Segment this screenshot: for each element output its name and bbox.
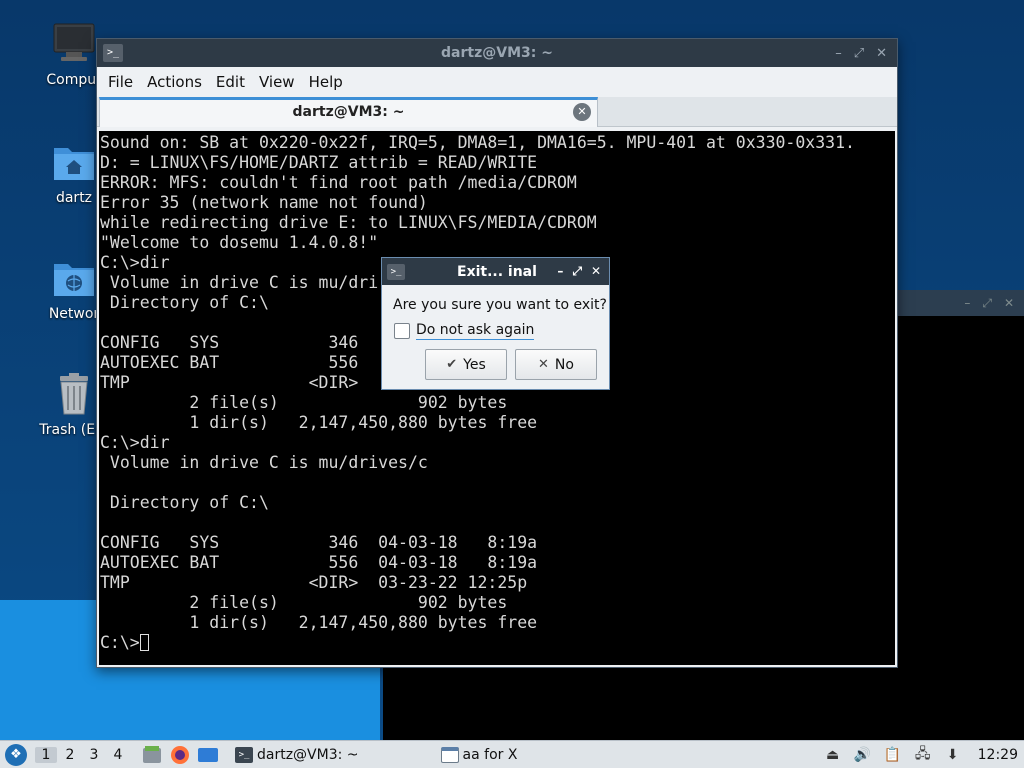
- terminal-line: C:\>dir: [100, 433, 170, 452]
- menu-help[interactable]: Help: [302, 73, 350, 91]
- text-cursor: [139, 634, 149, 651]
- terminal-app-icon: >_: [235, 746, 253, 763]
- terminal-line: 1 dir(s) 2,147,450,880 bytes free: [100, 413, 538, 432]
- yes-button[interactable]: ✔ Yes: [425, 349, 507, 380]
- terminal-prompt-line[interactable]: C:\>: [100, 633, 895, 653]
- workspace-2[interactable]: 2: [59, 747, 81, 763]
- terminal-tab[interactable]: dartz@VM3: ~ ✕: [99, 97, 598, 127]
- close-icon[interactable]: ✕: [876, 46, 887, 61]
- firefox-launcher-icon[interactable]: [169, 745, 191, 765]
- tab-title: dartz@VM3: ~: [292, 104, 405, 120]
- terminal-line: 1 dir(s) 2,147,450,880 bytes free: [100, 613, 538, 632]
- clipboard-icon[interactable]: 📋: [884, 747, 902, 763]
- no-button-label: No: [554, 356, 574, 373]
- trash-icon: [52, 372, 96, 416]
- terminal-app-icon: >_: [387, 263, 405, 280]
- menu-file[interactable]: File: [101, 73, 140, 91]
- maximize-icon[interactable]: ⤢: [572, 264, 582, 279]
- eject-icon[interactable]: ⏏: [824, 747, 842, 763]
- close-icon: ✕: [538, 357, 549, 372]
- terminal-line: 2 file(s) 902 bytes: [100, 593, 508, 612]
- update-icon[interactable]: ⬇: [944, 747, 962, 763]
- terminal-line: Error 35 (network name not found): [100, 193, 428, 212]
- taskbar-task-label: dartz@VM3: ~: [257, 746, 359, 763]
- computer-icon: [52, 22, 96, 66]
- taskbar: ❖ 1 2 3 4 >_ dartz@VM3: ~ aa for X ⏏ 🔊 📋…: [0, 740, 1024, 768]
- workspace-4[interactable]: 4: [107, 747, 129, 763]
- window-title: dartz@VM3: ~: [441, 45, 553, 61]
- file-manager-launcher-icon[interactable]: [141, 745, 163, 765]
- minimize-icon[interactable]: –: [964, 296, 970, 310]
- no-button[interactable]: ✕ No: [515, 349, 597, 380]
- minimize-icon[interactable]: –: [557, 264, 563, 279]
- show-desktop-icon[interactable]: [197, 745, 219, 765]
- terminal-line: 2 file(s) 902 bytes: [100, 393, 508, 412]
- checkmark-icon: ✔: [446, 357, 458, 372]
- menu-edit[interactable]: Edit: [209, 73, 252, 91]
- do-not-ask-label[interactable]: Do not ask again: [416, 322, 535, 340]
- system-tray: ⏏ 🔊 📋 🖧 ⬇ 12:29: [824, 746, 1024, 763]
- workspace-1[interactable]: 1: [35, 746, 57, 763]
- window-icon: [440, 746, 459, 763]
- workspace-switcher: 1 2 3 4: [35, 746, 129, 763]
- home-folder-icon: [52, 140, 96, 184]
- maximize-icon[interactable]: ⤢: [982, 296, 992, 311]
- tab-close-icon[interactable]: ✕: [573, 103, 591, 121]
- dialog-message: Are you sure you want to exit?: [393, 297, 607, 313]
- taskbar-task-terminal[interactable]: >_ dartz@VM3: ~: [229, 742, 365, 768]
- close-icon[interactable]: ✕: [591, 264, 601, 279]
- terminal-line: AUTOEXEC BAT 556 04-03-18 8:19a: [100, 553, 538, 572]
- start-menu-icon[interactable]: ❖: [5, 743, 27, 766]
- terminal-prompt: C:\>: [100, 633, 140, 652]
- maximize-icon[interactable]: ⤢: [854, 46, 864, 61]
- volume-icon[interactable]: 🔊: [854, 747, 872, 763]
- terminal-line: "Welcome to dosemu 1.4.0.8!": [100, 233, 379, 252]
- terminal-line: Volume in drive C is mu/drives/c: [100, 453, 428, 472]
- terminal-line: TMP <DIR> 03-23-22 12:25p: [100, 573, 528, 592]
- taskbar-task-label: aa for X: [462, 746, 518, 763]
- terminal-line: Directory of C:\: [100, 493, 269, 512]
- taskbar-task-aa[interactable]: aa for X: [435, 742, 524, 768]
- tab-bar: dartz@VM3: ~ ✕: [97, 97, 897, 127]
- terminal-line: D: = LINUX\FS/HOME/DARTZ attrib = READ/W…: [100, 153, 538, 172]
- do-not-ask-checkbox[interactable]: [394, 323, 410, 339]
- terminal-line: ERROR: MFS: couldn't find root path /med…: [100, 173, 577, 192]
- minimize-icon[interactable]: –: [835, 46, 842, 61]
- dialog-title: Exit... inal: [457, 263, 537, 280]
- terminal-line: while redirecting drive E: to LINUX\FS/M…: [100, 213, 597, 232]
- dialog-titlebar[interactable]: >_ Exit... inal – ⤢ ✕: [382, 258, 609, 285]
- terminal-line: CONFIG SYS 346 04-03-18 8:19a: [100, 533, 538, 552]
- network-folder-icon: [52, 256, 96, 300]
- terminal-app-icon[interactable]: >_: [103, 44, 123, 62]
- terminal-line: Sound on: SB at 0x220-0x22f, IRQ=5, DMA8…: [100, 133, 855, 152]
- clock[interactable]: 12:29: [978, 747, 1018, 763]
- yes-button-label: Yes: [463, 356, 486, 373]
- network-icon[interactable]: 🖧: [914, 746, 932, 763]
- exit-dialog[interactable]: >_ Exit... inal – ⤢ ✕ Are you sure you w…: [381, 257, 610, 390]
- terminal-screen[interactable]: Sound on: SB at 0x220-0x22f, IRQ=5, DMA8…: [99, 131, 895, 665]
- window-titlebar[interactable]: >_ dartz@VM3: ~ – ⤢ ✕: [97, 39, 897, 67]
- workspace-3[interactable]: 3: [83, 747, 105, 763]
- menubar: File Actions Edit View Help: [97, 67, 897, 97]
- close-icon[interactable]: ✕: [1004, 296, 1014, 310]
- menu-actions[interactable]: Actions: [140, 73, 209, 91]
- menu-view[interactable]: View: [252, 73, 302, 91]
- do-not-ask-checkbox-row[interactable]: Do not ask again: [394, 322, 535, 340]
